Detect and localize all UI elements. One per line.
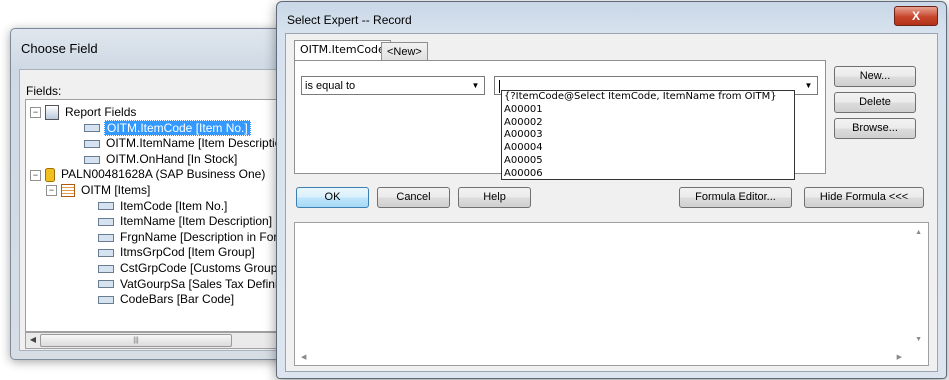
tree-item[interactable]: − Report Fields <box>30 104 138 121</box>
formula-text-area[interactable]: ▲ ▼ ◀ ▶ <box>294 222 929 366</box>
scrollbar-thumb[interactable]: ||| <box>40 334 232 347</box>
tree-item-label: OITM [Items] <box>81 183 151 197</box>
tree-item[interactable]: ItemName [Item Description] <box>98 213 274 229</box>
tree-item-label: ItmsGrpCod [Item Group] <box>120 245 255 260</box>
tree-item[interactable]: CstGrpCode [Customs Group] <box>98 260 283 276</box>
tree-item[interactable]: OITM.ItemName [Item Description] <box>84 135 293 151</box>
choose-field-title: Choose Field <box>21 41 98 56</box>
scroll-right-icon[interactable]: ▶ <box>897 353 902 361</box>
close-button[interactable]: X <box>894 6 938 26</box>
collapse-icon[interactable]: − <box>30 107 41 119</box>
tree-item[interactable]: ItmsGrpCod [Item Group] <box>98 244 257 260</box>
formula-editor-button[interactable]: Formula Editor... <box>679 187 792 208</box>
field-icon <box>84 140 100 149</box>
tree-item[interactable]: ItemCode [Item No.] <box>98 198 229 214</box>
dropdown-option[interactable]: A00001 <box>502 104 794 117</box>
fields-label: Fields: <box>26 84 62 98</box>
tree-item[interactable]: FrgnName [Description in Foreign Languag… <box>98 229 294 245</box>
scroll-up-icon[interactable]: ▲ <box>915 229 922 236</box>
tree-item[interactable]: VatGourpSa [Sales Tax Definition] <box>98 276 295 292</box>
ok-button[interactable]: OK <box>296 187 369 208</box>
tree-item-label: OITM.ItemName [Item Description] <box>106 136 292 151</box>
report-icon <box>45 105 59 121</box>
choose-field-window: Choose Field Fields: − Report Fields OITM.… <box>10 28 312 360</box>
value-dropdown-list[interactable]: {?ItemCode@Select ItemCode, ItemName fro… <box>501 90 795 180</box>
field-icon <box>84 124 100 133</box>
tab-oitm-itemcode[interactable]: OITM.ItemCode <box>294 40 391 61</box>
field-icon <box>98 202 114 211</box>
scroll-down-icon[interactable]: ▼ <box>915 336 922 343</box>
collapse-icon[interactable]: − <box>30 169 41 181</box>
field-icon <box>98 296 114 305</box>
hide-formula-button[interactable]: Hide Formula <<< <box>804 187 924 208</box>
new-button[interactable]: New... <box>834 66 916 87</box>
cancel-button[interactable]: Cancel <box>377 187 450 208</box>
dropdown-option[interactable]: A00004 <box>502 142 794 155</box>
select-expert-client: OITM.ItemCode <New> is equal to ▼ ▼ New.… <box>285 33 938 372</box>
browse-button[interactable]: Browse... <box>834 118 916 139</box>
fields-tree[interactable]: − Report Fields OITM.ItemCode [Item No.] OI… <box>25 99 295 332</box>
field-icon <box>84 155 100 164</box>
operator-select[interactable]: is equal to ▼ <box>301 76 485 95</box>
tree-item-label: ItemName [Item Description] <box>120 214 273 229</box>
operator-value: is equal to <box>305 80 356 92</box>
field-icon <box>98 264 114 273</box>
tree-item[interactable]: − OITM [Items] <box>46 182 152 198</box>
database-icon <box>45 168 55 183</box>
tree-item-label: OITM.OnHand [In Stock] <box>106 151 238 166</box>
dropdown-option[interactable]: {?ItemCode@Select ItemCode, ItemName fro… <box>502 91 794 104</box>
scroll-left-icon[interactable]: ◀ <box>301 353 306 361</box>
select-expert-window: Select Expert -- Record X OITM.ItemCode … <box>276 1 947 379</box>
select-expert-title: Select Expert -- Record <box>287 13 412 27</box>
tree-item-label: ItemCode [Item No.] <box>120 198 228 213</box>
field-icon <box>98 249 114 258</box>
dropdown-option[interactable]: A00003 <box>502 129 794 142</box>
tree-item-label: OITM.ItemCode [Item No.] <box>104 119 251 136</box>
help-button[interactable]: Help <box>458 187 531 208</box>
text-caret <box>499 79 500 93</box>
chevron-down-icon[interactable]: ▼ <box>801 78 816 93</box>
tree-item-label: FrgnName [Description in Foreign Languag… <box>120 229 294 244</box>
choose-field-body: Fields: − Report Fields OITM.ItemCode [Ite… <box>19 69 303 351</box>
table-icon <box>61 184 75 198</box>
tree-item-label: PALN00481628A (SAP Business One) <box>61 167 266 182</box>
tree-item-label: CodeBars [Bar Code] <box>120 292 235 307</box>
tree-item-label: Report Fields <box>65 105 137 119</box>
tree-item-label: CstGrpCode [Customs Group] <box>120 261 281 275</box>
field-icon <box>98 233 114 242</box>
field-icon <box>98 280 114 289</box>
chevron-down-icon[interactable]: ▼ <box>468 78 483 93</box>
dropdown-option[interactable]: A00002 <box>502 117 794 130</box>
tree-item[interactable]: OITM.ItemCode [Item No.] <box>84 119 251 136</box>
dropdown-option[interactable]: A00006 <box>502 168 794 179</box>
tree-horizontal-scrollbar[interactable]: ◀ ||| ▶ <box>25 332 295 349</box>
tree-item[interactable]: CodeBars [Bar Code] <box>98 291 236 307</box>
tree-item[interactable]: − PALN00481628A (SAP Business One) <box>30 166 267 183</box>
dropdown-option[interactable]: A00005 <box>502 155 794 168</box>
field-icon <box>98 218 114 227</box>
tree-item-label: VatGourpSa [Sales Tax Definition] <box>120 276 295 291</box>
collapse-icon[interactable]: − <box>46 185 57 197</box>
tree-item[interactable]: OITM.OnHand [In Stock] <box>84 151 239 167</box>
delete-button[interactable]: Delete <box>834 92 916 113</box>
scroll-left-icon[interactable]: ◀ <box>27 334 39 346</box>
tab-new[interactable]: <New> <box>381 42 428 61</box>
